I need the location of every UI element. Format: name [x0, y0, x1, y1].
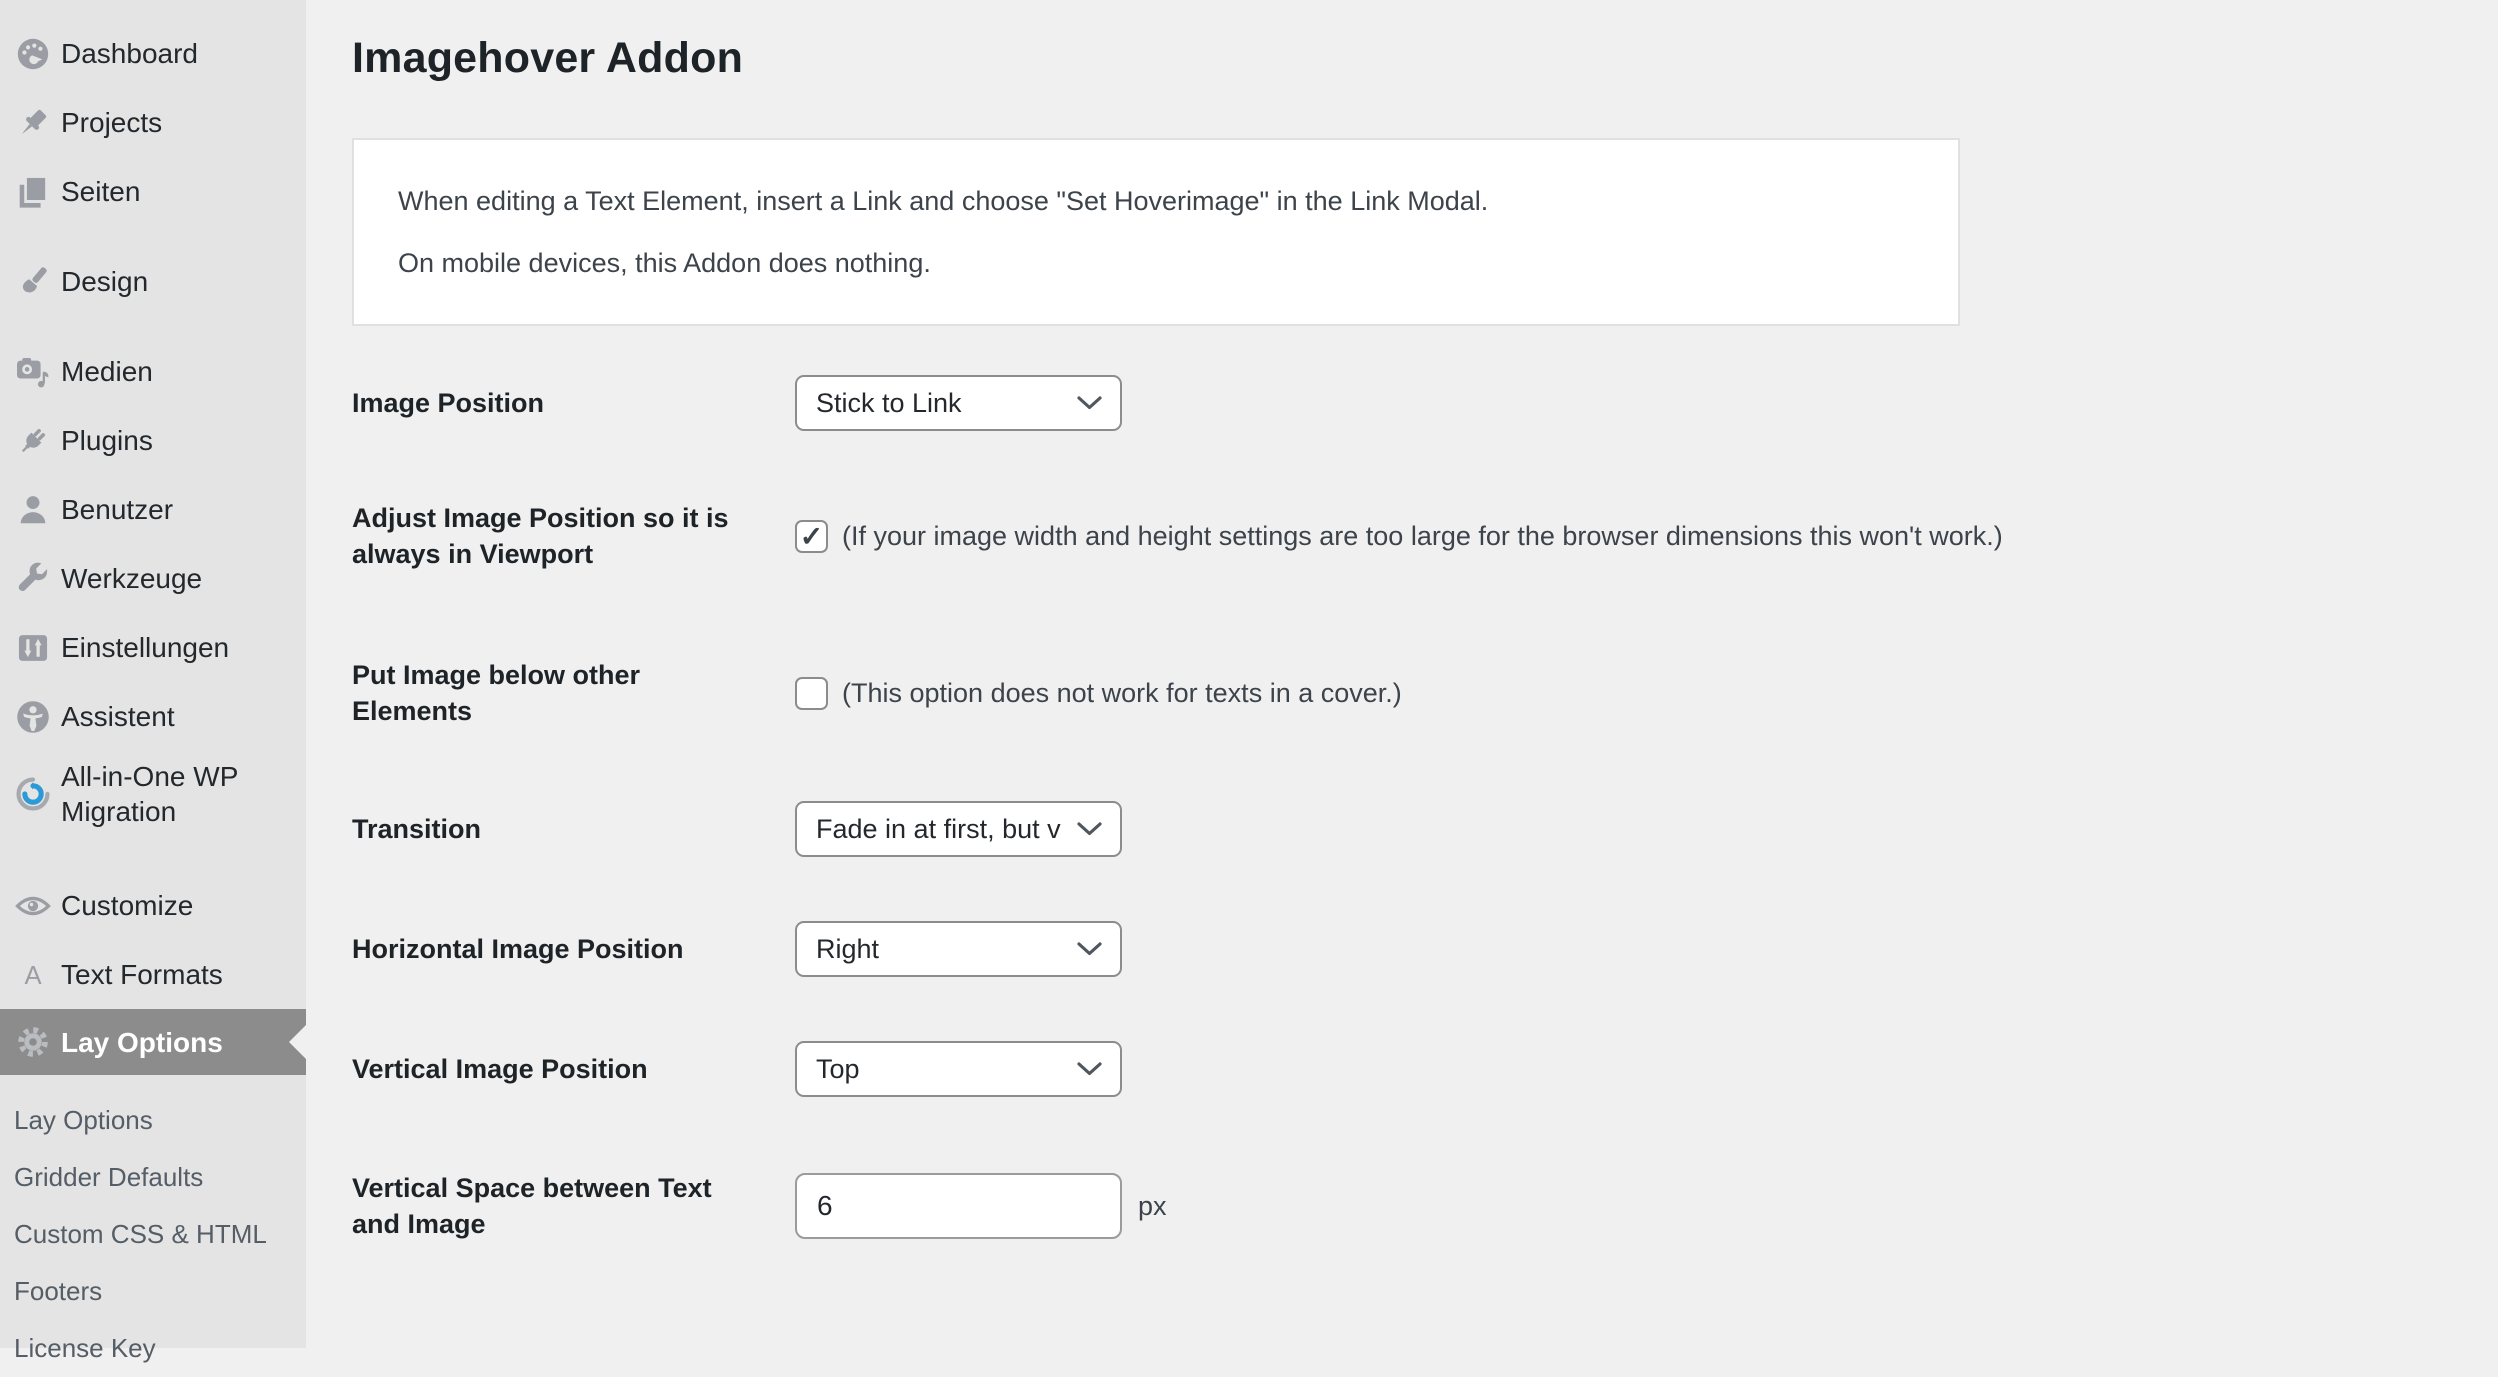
- chevron-down-icon: [1076, 1061, 1103, 1077]
- field-label-vertical-space: Vertical Space between Text and Image: [352, 1170, 795, 1242]
- field-label-vertical-position: Vertical Image Position: [352, 1051, 795, 1087]
- svg-text:A: A: [24, 962, 42, 990]
- sidebar-item-label: Dashboard: [61, 36, 198, 71]
- wrench-icon: [13, 559, 53, 599]
- sidebar-item-label: Seiten: [61, 174, 140, 209]
- sidebar-item-label: Projects: [61, 105, 162, 140]
- letter-a-icon: A: [13, 955, 53, 995]
- select-value: Top: [816, 1054, 1072, 1085]
- vertical-position-select[interactable]: Top: [795, 1041, 1122, 1097]
- form-row-below-elements: Put Image below other Elements (This opt…: [352, 657, 2468, 729]
- eye-icon: [13, 886, 53, 926]
- pin-icon: [13, 103, 53, 143]
- submenu-item-lay-options[interactable]: Lay Options: [0, 1092, 306, 1149]
- field-label-image-position: Image Position: [352, 385, 795, 421]
- sidebar-item-seiten[interactable]: Seiten: [0, 157, 306, 226]
- checkbox-group: (This option does not work for texts in …: [795, 677, 1402, 710]
- sidebar-item-lay-options[interactable]: Lay Options: [0, 1009, 306, 1075]
- field-label-below-elements: Put Image below other Elements: [352, 657, 795, 729]
- admin-sidebar: Dashboard Projects Seiten Design Medien: [0, 0, 306, 1348]
- notice-line-1: When editing a Text Element, insert a Li…: [398, 184, 1914, 218]
- sidebar-item-all-in-one-wp-migration[interactable]: All-in-One WP Migration: [0, 751, 306, 837]
- vertical-space-input[interactable]: [795, 1173, 1122, 1239]
- form-row-image-position: Image Position Stick to Link: [352, 374, 2468, 432]
- horizontal-position-select[interactable]: Right: [795, 921, 1122, 977]
- submenu-item-custom-css-html[interactable]: Custom CSS & HTML: [0, 1206, 306, 1263]
- submenu-item-footers[interactable]: Footers: [0, 1263, 306, 1320]
- transition-select[interactable]: Fade in at first, but v: [795, 801, 1122, 857]
- sidebar-item-projects[interactable]: Projects: [0, 88, 306, 157]
- migration-refresh-icon: [13, 774, 53, 814]
- form-row-vertical-space: Vertical Space between Text and Image px: [352, 1170, 2468, 1242]
- gauge-icon: [13, 34, 53, 74]
- image-position-select[interactable]: Stick to Link: [795, 375, 1122, 431]
- sidebar-menu: Dashboard Projects Seiten Design Medien: [0, 0, 306, 1075]
- pages-icon: [13, 172, 53, 212]
- chevron-down-icon: [1076, 821, 1103, 837]
- info-notice: When editing a Text Element, insert a Li…: [352, 138, 1960, 326]
- sidebar-item-label: Plugins: [61, 423, 153, 458]
- plug-icon: [13, 421, 53, 461]
- checkbox-group: (If your image width and height settings…: [795, 520, 2003, 553]
- accessibility-icon: [13, 697, 53, 737]
- form-row-transition: Transition Fade in at first, but v: [352, 800, 2468, 858]
- sidebar-item-label: Werkzeuge: [61, 561, 202, 596]
- form-row-adjust-viewport: Adjust Image Position so it is always in…: [352, 500, 2468, 572]
- sidebar-item-label: Text Formats: [61, 957, 223, 992]
- field-label-adjust-viewport: Adjust Image Position so it is always in…: [352, 500, 795, 572]
- sidebar-item-design[interactable]: Design: [0, 247, 306, 316]
- sidebar-item-label: Medien: [61, 354, 153, 389]
- select-value: Fade in at first, but v: [816, 814, 1072, 845]
- sidebar-item-werkzeuge[interactable]: Werkzeuge: [0, 544, 306, 613]
- sidebar-item-label: Design: [61, 264, 148, 299]
- select-value: Stick to Link: [816, 388, 1072, 419]
- sidebar-item-label: Assistent: [61, 699, 175, 734]
- sliders-icon: [13, 628, 53, 668]
- sidebar-item-dashboard[interactable]: Dashboard: [0, 19, 306, 88]
- form-row-horizontal-position: Horizontal Image Position Right: [352, 920, 2468, 978]
- field-label-horizontal-position: Horizontal Image Position: [352, 931, 795, 967]
- page-title: Imagehover Addon: [352, 34, 743, 83]
- media-icon: [13, 352, 53, 392]
- user-icon: [13, 490, 53, 530]
- sidebar-item-label: All-in-One WP Migration: [61, 759, 296, 829]
- main-content: Imagehover Addon When editing a Text Ele…: [306, 0, 2498, 1348]
- sidebar-item-label: Benutzer: [61, 492, 173, 527]
- sidebar-item-medien[interactable]: Medien: [0, 337, 306, 406]
- form-row-vertical-position: Vertical Image Position Top: [352, 1040, 2468, 1098]
- sidebar-item-plugins[interactable]: Plugins: [0, 406, 306, 475]
- notice-line-2: On mobile devices, this Addon does nothi…: [398, 246, 1914, 280]
- viewport-adjust-checkbox[interactable]: [795, 520, 828, 553]
- sidebar-item-benutzer[interactable]: Benutzer: [0, 475, 306, 544]
- sidebar-item-label: Einstellungen: [61, 630, 229, 665]
- sidebar-item-assistent[interactable]: Assistent: [0, 682, 306, 751]
- sidebar-item-text-formats[interactable]: A Text Formats: [0, 940, 306, 1009]
- unit-label: px: [1138, 1191, 1167, 1222]
- sidebar-item-label: Customize: [61, 888, 193, 923]
- chevron-down-icon: [1076, 941, 1103, 957]
- checkbox-note: (This option does not work for texts in …: [842, 678, 1402, 709]
- sidebar-item-label: Lay Options: [61, 1025, 223, 1060]
- lay-options-submenu: Lay Options Gridder Defaults Custom CSS …: [0, 1092, 306, 1377]
- sidebar-item-einstellungen[interactable]: Einstellungen: [0, 613, 306, 682]
- chevron-down-icon: [1076, 395, 1103, 411]
- paintbrush-icon: [13, 262, 53, 302]
- submenu-item-license-key[interactable]: License Key: [0, 1320, 306, 1377]
- gear-icon: [13, 1022, 53, 1062]
- field-label-transition: Transition: [352, 811, 795, 847]
- below-elements-checkbox[interactable]: [795, 677, 828, 710]
- submenu-item-gridder-defaults[interactable]: Gridder Defaults: [0, 1149, 306, 1206]
- select-value: Right: [816, 934, 1072, 965]
- checkbox-note: (If your image width and height settings…: [842, 521, 2003, 552]
- sidebar-item-customize[interactable]: Customize: [0, 871, 306, 940]
